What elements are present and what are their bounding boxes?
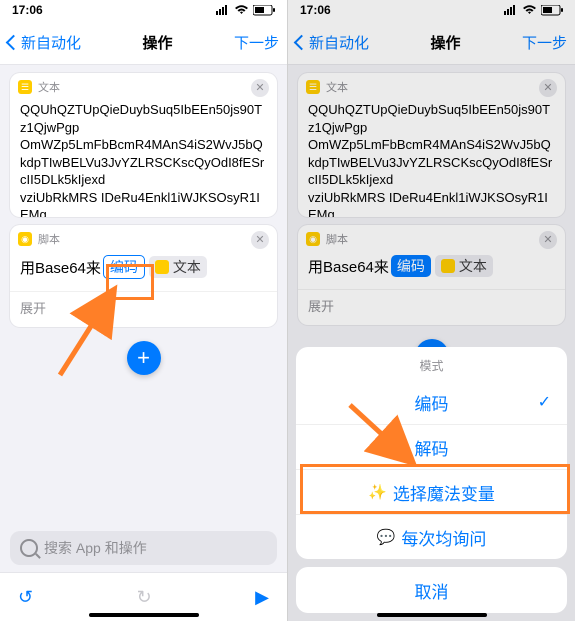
sheet-option-magic[interactable]: ✨ 选择魔法变量 bbox=[296, 469, 567, 514]
script-prefix: 用Base64来 bbox=[20, 257, 101, 278]
text-card[interactable]: ☰ 文本 ✕ QQUhQZTUpQieDuybSuq5IbEEn50js90Tz… bbox=[10, 73, 277, 217]
sheet-option-ask-label: 每次均询问 bbox=[401, 525, 486, 550]
redo-button: ↻ bbox=[137, 587, 152, 608]
text-card-content[interactable]: QQUhQZTUpQieDuybSuq5IbEEn50js90Tz1QjwPgp… bbox=[10, 101, 277, 217]
script-card-close[interactable]: ✕ bbox=[251, 231, 269, 249]
home-indicator[interactable] bbox=[377, 613, 487, 617]
phone-right: 17:06 新自动化 操作 下一步 ☰ 文本 ✕ QQUhQZTUpQieDuy… bbox=[288, 0, 575, 621]
chevron-left-icon bbox=[6, 34, 22, 50]
script-card-label: 脚本 bbox=[38, 231, 60, 247]
search-field[interactable]: 搜索 App 和操作 bbox=[10, 531, 277, 565]
sheet-option-ask[interactable]: 💬 每次均询问 bbox=[296, 514, 567, 559]
mode-token[interactable]: 编码 bbox=[103, 255, 145, 279]
action-sheet: 模式 编码 ✓ 解码 ✨ 选择魔法变量 💬 每次均询问 取消 bbox=[296, 347, 567, 613]
checkmark-icon: ✓ bbox=[538, 392, 551, 412]
status-time: 17:06 bbox=[12, 3, 43, 17]
search-icon bbox=[20, 539, 38, 557]
sheet-title: 模式 bbox=[296, 347, 567, 380]
sheet-option-encode-label: 编码 bbox=[415, 390, 449, 415]
undo-button[interactable]: ↺ bbox=[18, 587, 33, 608]
sheet-option-magic-label: 选择魔法变量 bbox=[393, 480, 495, 505]
nav-title: 操作 bbox=[81, 32, 234, 53]
nav-back-label: 新自动化 bbox=[21, 32, 81, 53]
text-mini-icon bbox=[155, 260, 169, 274]
text-icon: ☰ bbox=[18, 80, 32, 94]
battery-icon bbox=[253, 5, 275, 16]
wand-icon: ✨ bbox=[368, 483, 387, 501]
sheet-cancel[interactable]: 取消 bbox=[296, 567, 567, 613]
script-card[interactable]: ◉ 脚本 ✕ 用Base64来 编码 文本 展开 bbox=[10, 225, 277, 327]
add-action-button[interactable]: + bbox=[127, 341, 161, 375]
sheet-group-main: 模式 编码 ✓ 解码 ✨ 选择魔法变量 💬 每次均询问 bbox=[296, 347, 567, 559]
var-token[interactable]: 文本 bbox=[149, 256, 207, 278]
sheet-option-decode[interactable]: 解码 bbox=[296, 424, 567, 469]
sheet-option-decode-label: 解码 bbox=[415, 435, 449, 460]
script-icon: ◉ bbox=[18, 232, 32, 246]
home-indicator[interactable] bbox=[89, 613, 199, 617]
signal-icon bbox=[216, 5, 230, 15]
status-indicators bbox=[216, 5, 275, 16]
nav-next[interactable]: 下一步 bbox=[234, 32, 279, 53]
script-line: 用Base64来 编码 文本 bbox=[10, 253, 277, 287]
status-bar: 17:06 bbox=[0, 0, 287, 20]
nav-back[interactable]: 新自动化 bbox=[8, 32, 81, 53]
nav-bar: 新自动化 操作 下一步 bbox=[0, 20, 287, 65]
sheet-option-encode[interactable]: 编码 ✓ bbox=[296, 380, 567, 424]
wifi-icon bbox=[234, 5, 249, 15]
phone-left: 17:06 新自动化 操作 下一步 ☰ 文本 ✕ QQUhQZTUpQieDuy… bbox=[0, 0, 288, 621]
chat-icon: 💬 bbox=[377, 528, 396, 546]
text-card-label: 文本 bbox=[38, 79, 60, 95]
text-card-close[interactable]: ✕ bbox=[251, 79, 269, 97]
var-token-label: 文本 bbox=[173, 257, 201, 277]
search-placeholder: 搜索 App 和操作 bbox=[44, 538, 147, 558]
run-button[interactable]: ▶ bbox=[255, 587, 269, 608]
expand-row[interactable]: 展开 bbox=[10, 291, 277, 327]
